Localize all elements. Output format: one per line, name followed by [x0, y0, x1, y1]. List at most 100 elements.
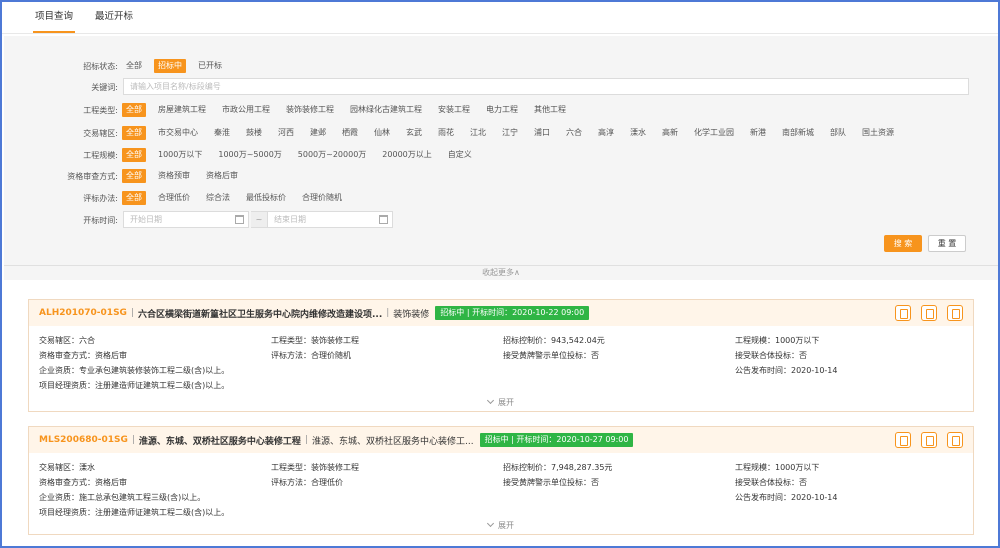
- district-option[interactable]: 仙林: [370, 126, 394, 140]
- district-option[interactable]: 部队: [826, 126, 850, 140]
- scale-option[interactable]: 1000万~5000万: [214, 148, 285, 162]
- field-qualification: 资格审查方式：资格后审: [39, 351, 127, 360]
- field-enterprise-qualification: 企业资质：专业承包建筑装修装饰工程二级(含)以上。: [39, 366, 230, 375]
- field-district: 交易辖区：溧水: [39, 463, 95, 472]
- district-option[interactable]: 秦淮: [210, 126, 234, 140]
- district-option[interactable]: 栖霞: [338, 126, 362, 140]
- bid-document-icon[interactable]: [921, 305, 937, 321]
- project-code[interactable]: ALH201070-01SG: [39, 308, 127, 318]
- field-publish-date: 公告发布时间：2020-10-14: [735, 366, 838, 375]
- start-date-input[interactable]: 开始日期: [123, 211, 249, 228]
- reset-button[interactable]: 重 置: [928, 235, 966, 252]
- tab-recent-opening[interactable]: 最近开标: [95, 2, 133, 33]
- field-evaluation: 评标方法：合理低价: [271, 478, 343, 487]
- field-manager-qualification: 项目经理资质：注册建造师证建筑工程二级(含)以上。: [39, 508, 230, 517]
- tab-project-query[interactable]: 项目查询: [32, 2, 76, 33]
- project-title[interactable]: 淮源、东城、双桥社区服务中心装修工程: [139, 434, 301, 447]
- collapse-more-toggle[interactable]: 收起更多∧: [4, 265, 998, 279]
- type-option[interactable]: 房屋建筑工程: [154, 103, 210, 117]
- district-option[interactable]: 高淳: [594, 126, 618, 140]
- filter-label: 交易辖区:: [83, 128, 118, 138]
- status-option-bidding[interactable]: 招标中: [154, 59, 186, 73]
- type-option[interactable]: 其他工程: [530, 103, 570, 117]
- expand-label: 展开: [498, 398, 514, 407]
- filter-label: 招标状态:: [83, 61, 118, 71]
- evaluation-option[interactable]: 合理低价: [154, 191, 194, 205]
- evaluation-option[interactable]: 全部: [122, 191, 146, 205]
- field-manager-qualification: 项目经理资质：注册建造师证建筑工程二级(含)以上。: [39, 381, 230, 390]
- status-option-opened[interactable]: 已开标: [194, 59, 226, 73]
- field-district: 交易辖区：六合: [39, 336, 95, 345]
- scale-option[interactable]: 5000万~20000万: [294, 148, 371, 162]
- district-option[interactable]: 南部新城: [778, 126, 818, 140]
- chevron-down-icon: [486, 396, 495, 405]
- qualification-option[interactable]: 资格预审: [154, 169, 194, 183]
- status-option-all[interactable]: 全部: [122, 59, 146, 73]
- end-date-input[interactable]: 结束日期: [267, 211, 393, 228]
- filter-row-keyword: 关键词:: [4, 80, 120, 94]
- type-option[interactable]: 电力工程: [482, 103, 522, 117]
- qualification-option[interactable]: 资格后审: [202, 169, 242, 183]
- scale-option[interactable]: 1000万以下: [154, 148, 206, 162]
- filter-row-scale: 工程规模: 全部 1000万以下 1000万~5000万 5000万~20000…: [4, 148, 476, 162]
- evaluation-option[interactable]: 最低投标价: [242, 191, 290, 205]
- district-option[interactable]: 全部: [122, 126, 146, 140]
- field-scale: 工程规模：1000万以下: [735, 336, 820, 345]
- district-option[interactable]: 鼓楼: [242, 126, 266, 140]
- project-type: 装饰装修: [393, 309, 430, 320]
- district-option[interactable]: 河西: [274, 126, 298, 140]
- status-badge: 招标中 | 开标时间：2020-10-27 09:00: [479, 433, 634, 447]
- type-option[interactable]: 市政公用工程: [218, 103, 274, 117]
- district-option[interactable]: 江北: [466, 126, 490, 140]
- bid-document-icon[interactable]: [921, 432, 937, 448]
- field-enterprise-qualification: 企业资质：施工总承包建筑工程三级(含)以上。: [39, 493, 206, 502]
- project-code[interactable]: MLS200680-01SG: [39, 435, 128, 445]
- date-range-separator: ~: [251, 211, 267, 228]
- district-option[interactable]: 国土资源: [858, 126, 898, 140]
- field-yellow-card: 接受黄牌警示单位投标：否: [503, 478, 599, 487]
- type-option[interactable]: 安装工程: [434, 103, 474, 117]
- type-option[interactable]: 装饰装修工程: [282, 103, 338, 117]
- evaluation-option[interactable]: 综合法: [202, 191, 234, 205]
- tab-bar: 项目查询 最近开标: [2, 2, 998, 34]
- field-publish-date: 公告发布时间：2020-10-14: [735, 493, 838, 502]
- expand-toggle[interactable]: 展开: [29, 519, 973, 534]
- district-option[interactable]: 新港: [746, 126, 770, 140]
- filter-label: 开标时间:: [83, 215, 118, 225]
- district-option[interactable]: 市交易中心: [154, 126, 202, 140]
- district-option[interactable]: 六合: [562, 126, 586, 140]
- scale-option[interactable]: 20000万以上: [378, 148, 435, 162]
- scale-option[interactable]: 全部: [122, 148, 146, 162]
- qualification-option[interactable]: 全部: [122, 169, 146, 183]
- district-option[interactable]: 雨花: [434, 126, 458, 140]
- district-option[interactable]: 建邺: [306, 126, 330, 140]
- project-title[interactable]: 六合区横梁街道新篁社区卫生服务中心院内维修改造建设项...: [138, 307, 382, 320]
- district-option[interactable]: 溧水: [626, 126, 650, 140]
- project-type: 淮源、东城、双桥社区服务中心装修工...: [311, 436, 474, 447]
- card-details: 交易辖区：溧水 工程类型：装饰装修工程 招标控制价：7,948,287.35元 …: [29, 453, 973, 517]
- district-option[interactable]: 化学工业园: [690, 126, 738, 140]
- keyword-input[interactable]: 请输入项目名称/标段编号: [123, 78, 969, 95]
- expand-toggle[interactable]: 展开: [29, 396, 973, 411]
- district-option[interactable]: 高新: [658, 126, 682, 140]
- chevron-down-icon: [486, 519, 495, 528]
- district-option[interactable]: 玄武: [402, 126, 426, 140]
- clipboard-icon[interactable]: [895, 432, 911, 448]
- status-badge: 招标中 | 开标时间：2020-10-22 09:00: [435, 306, 590, 320]
- edit-icon[interactable]: [947, 432, 963, 448]
- divider: |: [386, 308, 390, 318]
- card-header: MLS200680-01SG | 淮源、东城、双桥社区服务中心装修工程 | 淮源…: [29, 427, 973, 453]
- type-option[interactable]: 园林绿化古建筑工程: [346, 103, 426, 117]
- evaluation-option[interactable]: 合理价随机: [298, 191, 346, 205]
- scale-option[interactable]: 自定义: [444, 148, 476, 162]
- edit-icon[interactable]: [947, 305, 963, 321]
- clipboard-icon[interactable]: [895, 305, 911, 321]
- result-card: MLS200680-01SG | 淮源、东城、双桥社区服务中心装修工程 | 淮源…: [28, 426, 974, 535]
- card-actions: [885, 305, 963, 321]
- district-option[interactable]: 江宁: [498, 126, 522, 140]
- filter-label: 工程类型:: [83, 105, 118, 115]
- type-option[interactable]: 全部: [122, 103, 146, 117]
- search-button[interactable]: 搜 索: [884, 235, 922, 252]
- calendar-icon: [235, 215, 244, 224]
- district-option[interactable]: 浦口: [530, 126, 554, 140]
